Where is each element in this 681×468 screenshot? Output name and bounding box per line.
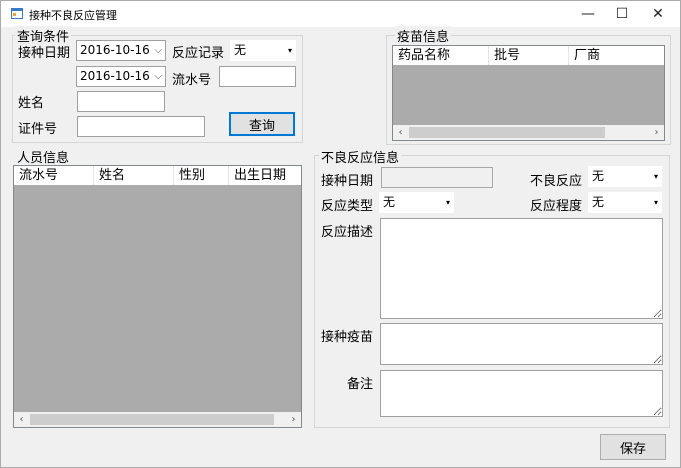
reaction-type-select[interactable]: 无 ▾	[379, 192, 454, 213]
dropdown-arrow-icon: ▾	[287, 46, 292, 55]
vaccine-list[interactable]: 药品名称 批号 厂商 ‹ ›	[392, 45, 665, 141]
serial-label: 流水号	[172, 73, 212, 88]
column-header[interactable]: 批号	[489, 46, 569, 65]
vaccine-list-header: 药品名称 批号 厂商	[393, 46, 664, 65]
remark-label: 备注	[347, 377, 374, 392]
vaccine-group-title: 疫苗信息	[395, 26, 452, 45]
reaction-vacc-date-label: 接种日期	[321, 174, 374, 189]
app-icon	[11, 8, 23, 19]
close-icon: ✕	[652, 6, 664, 22]
remark-textarea[interactable]	[380, 370, 663, 417]
reaction-vacc-date-input	[381, 167, 493, 188]
close-button[interactable]: ✕	[641, 1, 675, 27]
title-bar[interactable]: 接种不良反应管理 — ☐ ✕	[1, 1, 680, 27]
reaction-type-value: 无	[383, 195, 396, 209]
severity-label: 反应程度	[530, 199, 583, 214]
column-header[interactable]: 药品名称	[393, 46, 489, 65]
person-list-header: 流水号 姓名 性别 出生日期	[14, 166, 301, 185]
vaccinated-vaccine-textarea[interactable]	[380, 323, 663, 365]
serial-input[interactable]	[219, 66, 296, 87]
dropdown-arrow-icon: ▾	[653, 198, 658, 207]
column-header[interactable]: 姓名	[94, 166, 174, 185]
column-header[interactable]: 性别	[174, 166, 229, 185]
severity-select[interactable]: 无 ▾	[588, 192, 662, 213]
person-group-title: 人员信息	[15, 147, 72, 166]
reaction-record-select[interactable]: 无 ▾	[230, 40, 296, 61]
scroll-left-icon[interactable]: ‹	[393, 125, 408, 140]
date-to-picker[interactable]: 2016-10-16 ⌵	[76, 66, 166, 87]
severity-value: 无	[592, 195, 605, 209]
reaction-type-label: 反应类型	[321, 199, 374, 214]
vaccinated-vaccine-label: 接种疫苗	[321, 330, 374, 345]
id-input[interactable]	[77, 116, 205, 137]
save-button[interactable]: 保存	[600, 434, 666, 460]
vaccine-list-hscrollbar[interactable]: ‹ ›	[393, 125, 664, 140]
reaction-record-label: 反应记录	[172, 46, 225, 61]
reaction-desc-textarea[interactable]	[380, 218, 663, 319]
scroll-thumb[interactable]	[30, 414, 274, 425]
scroll-right-icon[interactable]: ›	[286, 412, 301, 427]
column-header[interactable]: 流水号	[14, 166, 94, 185]
name-label: 姓名	[18, 96, 45, 111]
reaction-group-title: 不良反应信息	[319, 147, 402, 166]
maximize-button[interactable]: ☐	[605, 1, 639, 27]
column-header[interactable]: 厂商	[569, 46, 664, 65]
scroll-thumb[interactable]	[409, 127, 605, 138]
adverse-label: 不良反应	[530, 174, 583, 189]
name-input[interactable]	[77, 91, 165, 112]
query-vacc-date-label: 接种日期	[18, 46, 71, 61]
dropdown-arrow-icon: ▾	[445, 198, 450, 207]
chevron-down-icon: ⌵	[154, 45, 162, 56]
query-button[interactable]: 查询	[229, 112, 295, 136]
person-list-hscrollbar[interactable]: ‹ ›	[14, 412, 301, 427]
adverse-select[interactable]: 无 ▾	[588, 166, 662, 187]
date-from-picker[interactable]: 2016-10-16 ⌵	[76, 40, 166, 61]
date-from-value: 2016-10-16	[80, 43, 150, 57]
person-list[interactable]: 流水号 姓名 性别 出生日期 ‹ ›	[13, 165, 302, 428]
minimize-icon: —	[581, 6, 595, 22]
column-header[interactable]: 出生日期	[229, 166, 301, 185]
main-window: 接种不良反应管理 — ☐ ✕ 查询条件 接种日期 2016-10-16 ⌵ 反应…	[0, 0, 681, 468]
minimize-button[interactable]: —	[571, 1, 605, 27]
reaction-record-value: 无	[234, 43, 247, 57]
adverse-value: 无	[592, 169, 605, 183]
id-label: 证件号	[18, 122, 58, 137]
maximize-icon: ☐	[615, 6, 629, 22]
window-title: 接种不良反应管理	[29, 9, 117, 22]
dropdown-arrow-icon: ▾	[653, 172, 658, 181]
chevron-down-icon: ⌵	[154, 71, 162, 82]
reaction-desc-label: 反应描述	[321, 225, 374, 240]
scroll-left-icon[interactable]: ‹	[14, 412, 29, 427]
scroll-right-icon[interactable]: ›	[649, 125, 664, 140]
date-to-value: 2016-10-16	[80, 69, 150, 83]
